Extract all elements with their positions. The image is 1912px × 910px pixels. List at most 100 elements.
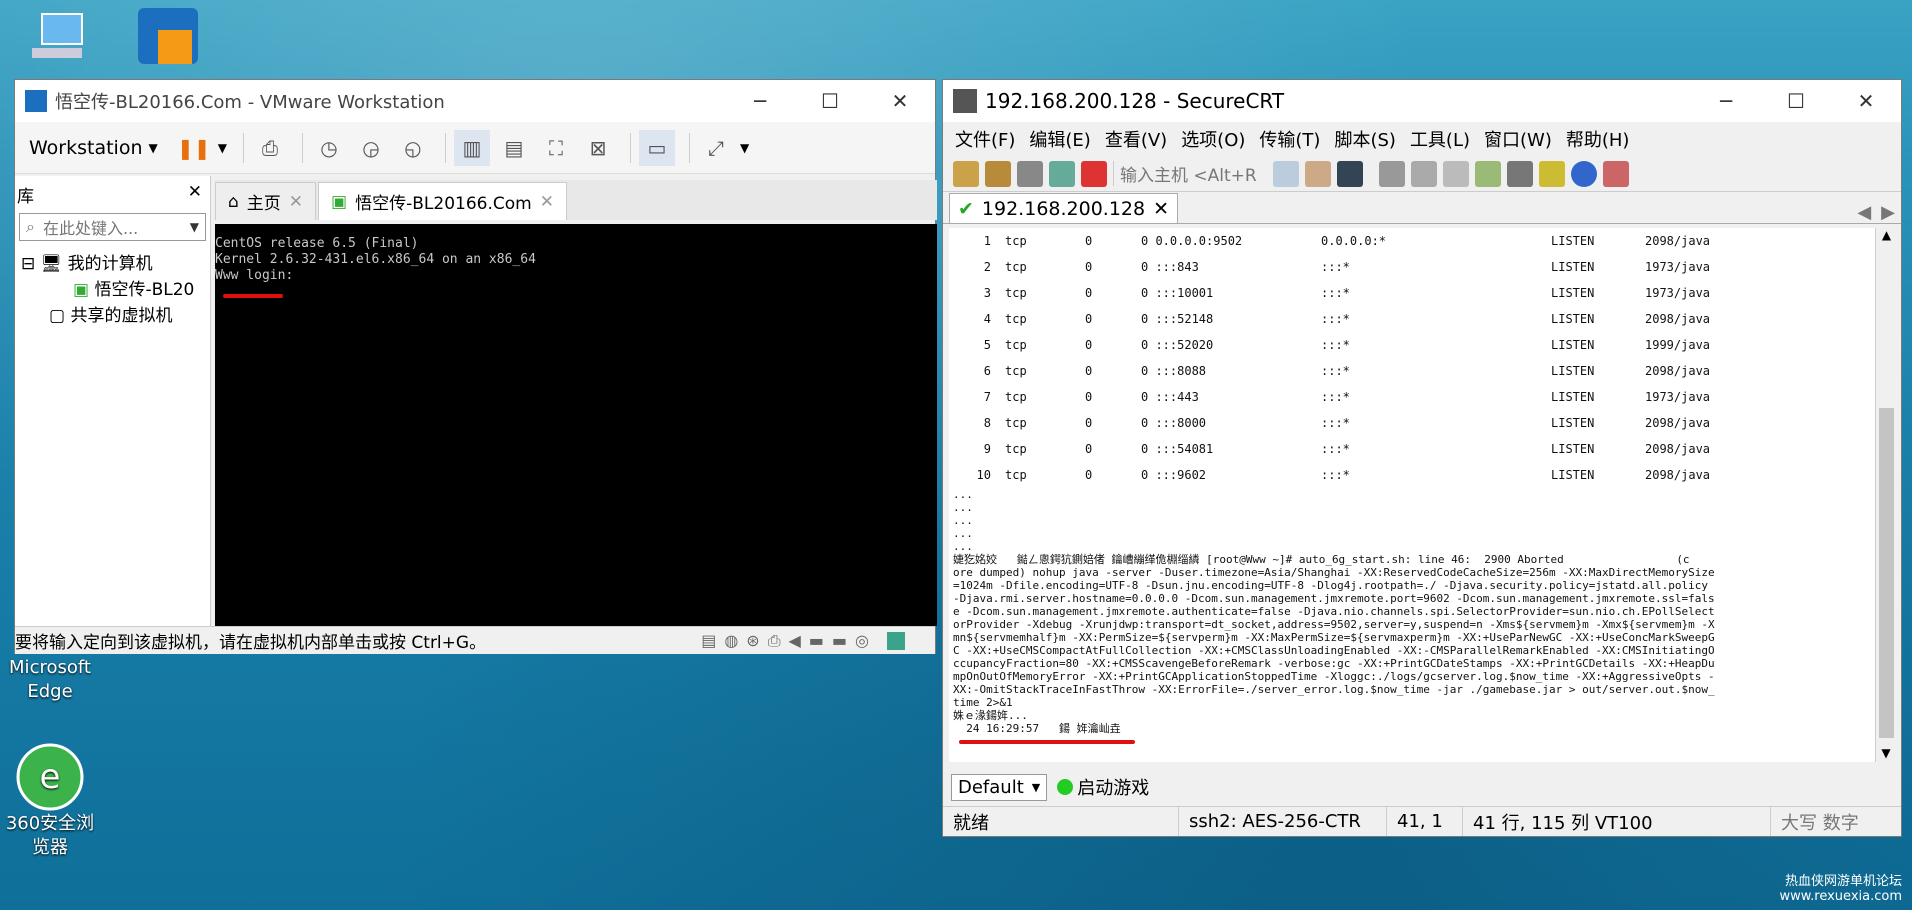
table-row: 6 tcp 0 0 :::8088:::* LISTEN 2098/java (949, 358, 1875, 384)
table-cell: tcp (1005, 467, 1027, 482)
device-icons[interactable]: ▤◍⊛⎙◀▬▬◎ (701, 631, 877, 651)
terminal[interactable]: 1 tcp 0 0 0.0.0.0:9502 0.0.0.0:* LISTEN 2098/j… (949, 228, 1875, 762)
key-icon[interactable] (1539, 160, 1565, 187)
snapshot-manager-icon[interactable]: ◵ (395, 130, 431, 166)
menu-item[interactable]: 工具(L) (1410, 126, 1470, 152)
close-icon[interactable]: ✕ (1153, 198, 1169, 220)
scroll-thumb[interactable] (1879, 408, 1894, 738)
close-button[interactable]: ✕ (1831, 80, 1901, 122)
tab-left-icon[interactable]: ◀ (1857, 202, 1871, 223)
menu-item[interactable]: 传输(T) (1259, 126, 1320, 152)
fullscreen-icon[interactable]: ⛶ (538, 130, 574, 166)
tools-icon[interactable] (1507, 160, 1533, 187)
close-icon[interactable]: ✕ (540, 192, 554, 212)
maximize-button[interactable]: ☐ (1761, 80, 1831, 122)
session-select[interactable]: Default ▼ (951, 773, 1048, 801)
stretch-icon[interactable]: ⤢ (698, 130, 734, 166)
session-tab[interactable]: ✔ 192.168.200.128 ✕ (949, 193, 1179, 223)
table-cell: LISTEN (1551, 259, 1595, 274)
disconnect-icon[interactable] (1081, 160, 1107, 187)
minimize-button[interactable]: ─ (1691, 80, 1761, 122)
quick-connect-icon[interactable] (985, 160, 1011, 187)
table-cell: 2098/java (1645, 363, 1711, 378)
menu-item[interactable]: 帮助(H) (1566, 126, 1630, 152)
table-cell: 0 (1085, 285, 1093, 300)
close-icon[interactable]: ✕ (289, 192, 303, 212)
library-search[interactable]: ⌕ 在此处键入... ▼ (19, 213, 206, 241)
unity-icon[interactable]: ⊠ (580, 130, 616, 166)
library-tree: ⊟ 🖥 我的计算机 ▣ 悟空传-BL20 ▢ 共享的虚拟机 (15, 247, 210, 329)
vm-console[interactable]: CentOS release 6.5 (Final) Kernel 2.6.32… (215, 224, 937, 626)
tab-icon[interactable] (1017, 160, 1043, 187)
snapshot-icon[interactable]: ◷ (311, 130, 347, 166)
thumbnail-view-icon[interactable]: ▤ (496, 130, 532, 166)
tab-vm[interactable]: ▣ 悟空传-BL20166.Com ✕ (318, 182, 567, 220)
desktop-icon-edge[interactable]: Microsoft Edge (0, 656, 100, 704)
maximize-button[interactable]: ☐ (795, 80, 865, 122)
workstation-menu[interactable]: Workstation (29, 137, 143, 159)
watermark-text: 热血侠网游单机论坛 (1784, 874, 1902, 889)
paste-icon[interactable] (1305, 160, 1331, 187)
table-cell: 6 (983, 363, 991, 378)
connect-icon[interactable] (953, 160, 979, 187)
tab-home[interactable]: ⌂ 主页 ✕ (215, 182, 317, 220)
home-icon: ⌂ (228, 191, 239, 212)
table-cell: :::* (1321, 467, 1350, 482)
sftp-icon[interactable] (1603, 160, 1629, 187)
log-line: ... (953, 540, 973, 553)
host-input[interactable]: 输入主机 <Alt+R (1113, 161, 1263, 186)
menu-item[interactable]: 脚本(S) (1334, 126, 1395, 152)
tree-item-my-computer[interactable]: ⊟ 🖥 我的计算机 (21, 251, 210, 277)
send-ctrl-alt-del-icon[interactable]: ⎙ (252, 130, 288, 166)
desktop-icon-vmware[interactable] (118, 4, 218, 81)
library-view-icon[interactable]: ▥ (453, 129, 490, 166)
settings-icon[interactable] (1475, 160, 1501, 187)
chevron-down-icon[interactable]: ▼ (218, 141, 227, 155)
launch-button[interactable]: 启动游戏 (1057, 774, 1149, 800)
table-cell: 0 (1085, 441, 1093, 456)
find-icon[interactable] (1337, 160, 1363, 187)
log-line: mpOnOutOfMemoryError -XX:+PrintGCApplica… (953, 670, 1715, 683)
minimize-button[interactable]: ─ (725, 80, 795, 122)
copy-icon[interactable] (1273, 160, 1299, 187)
table-cell: 1973/java (1645, 285, 1711, 300)
pause-icon[interactable]: ❚❚ (176, 130, 212, 166)
scroll-up-icon[interactable]: ▲ (1876, 228, 1897, 248)
print-icon[interactable] (1411, 160, 1437, 187)
table-cell: 0 (1085, 233, 1093, 248)
revert-snapshot-icon[interactable]: ◶ (353, 130, 389, 166)
table-cell: :::* (1321, 259, 1350, 274)
desktop-icon-computer[interactable] (8, 8, 108, 71)
chevron-down-icon[interactable]: ▼ (190, 220, 199, 234)
menu-item[interactable]: 查看(V) (1105, 126, 1167, 152)
tab-right-icon[interactable]: ▶ (1881, 202, 1895, 223)
desktop-icon-360[interactable]: e 360安全浏览器 (0, 742, 100, 860)
close-button[interactable]: ✕ (865, 80, 935, 122)
table-cell: :::* (1321, 337, 1350, 352)
shared-vm-icon: ▢ (49, 306, 66, 326)
terminal-scrollbar[interactable]: ▲ ▼ (1875, 228, 1897, 762)
search-input[interactable]: 在此处键入... (43, 215, 182, 239)
message-icon[interactable] (887, 631, 905, 650)
divider (301, 132, 303, 163)
chevron-down-icon[interactable]: ▼ (740, 141, 749, 155)
close-icon[interactable]: ✕ (188, 182, 202, 207)
reconnect-icon[interactable] (1049, 160, 1075, 187)
menu-item[interactable]: 选项(O) (1181, 126, 1245, 152)
scroll-down-icon[interactable]: ▼ (1876, 746, 1896, 760)
menu-item[interactable]: 编辑(E) (1029, 126, 1090, 152)
menu-item[interactable]: 文件(F) (955, 126, 1015, 152)
vmware-statusbar: 要将输入定向到该虚拟机，请在虚拟机内部单击或按 Ctrl+G。 ▤◍⊛⎙◀▬▬◎ (15, 626, 935, 654)
vm-label: 悟空传-BL20 (94, 280, 195, 300)
svg-text:e: e (40, 757, 61, 797)
console-view-icon[interactable]: ▭ (638, 129, 675, 166)
tree-item-vm[interactable]: ▣ 悟空传-BL20 (21, 277, 210, 303)
help-icon[interactable] (1571, 160, 1597, 187)
table-cell: 2098/java (1645, 441, 1711, 456)
print-setup-icon[interactable] (1379, 160, 1405, 187)
tree-item-shared[interactable]: ▢ 共享的虚拟机 (21, 303, 210, 329)
divider (629, 132, 631, 163)
menu-item[interactable]: 窗口(W) (1484, 126, 1552, 152)
printer-icon[interactable] (1443, 160, 1469, 187)
chevron-down-icon[interactable]: ▼ (149, 141, 158, 155)
